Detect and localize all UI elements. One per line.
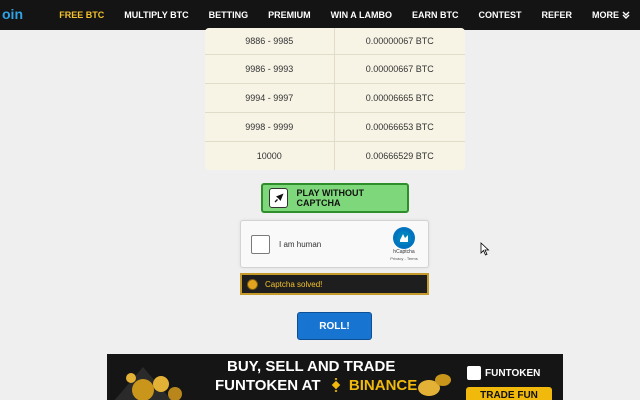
prize-table: 9886 - 9985 0.00000067 BTC 9986 - 9993 0… <box>205 28 465 170</box>
nav-item-free-btc[interactable]: FREE BTC <box>49 0 114 30</box>
captcha-solved-label: Captcha solved! <box>265 279 323 289</box>
table-cell-range: 9998 - 9999 <box>205 111 335 141</box>
table-cell-payout: 0.00666529 BTC <box>334 140 465 170</box>
binance-logo-icon <box>331 378 340 392</box>
captcha-solved-banner: Captcha solved! <box>240 273 429 295</box>
table-cell-range: 10000 <box>205 140 335 170</box>
captcha-privacy-terms[interactable]: Privacy - Terms <box>384 256 424 261</box>
funtoken-brand-label: FUNTOKEN <box>485 367 541 379</box>
nav-items: FREE BTC MULTIPLY BTC BETTING PREMIUM WI… <box>49 0 640 30</box>
nav-more-label: MORE <box>592 10 619 20</box>
nav-item-earn-btc[interactable]: EARN BTC <box>402 0 469 30</box>
trade-fun-button[interactable]: TRADE FUN <box>466 387 552 400</box>
nav-item-betting[interactable]: BETTING <box>199 0 259 30</box>
captcha-checkbox[interactable] <box>251 235 270 254</box>
roll-button[interactable]: ROLL! <box>297 312 372 340</box>
banner-subheadline: FUNTOKEN AT BINANCE <box>215 377 417 394</box>
double-chevron-down-icon <box>622 11 630 19</box>
table-row: 9998 - 9999 0.00066653 BTC <box>205 111 465 141</box>
funtoken-brand: FUNTOKEN <box>467 366 540 380</box>
banner-headline: BUY, SELL AND TRADE <box>227 358 396 375</box>
nav-item-win-a-lambo[interactable]: WIN A LAMBO <box>321 0 402 30</box>
coin-stack-icon <box>418 374 451 396</box>
table-cell-payout: 0.00066653 BTC <box>334 111 465 141</box>
mouse-cursor-icon <box>480 242 490 256</box>
play-without-captcha-button[interactable]: PLAY WITHOUT CAPTCHA <box>261 183 409 213</box>
logo-text: oin <box>2 6 23 22</box>
nav-item-more[interactable]: MORE <box>582 0 640 30</box>
nav-item-contest[interactable]: CONTEST <box>468 0 531 30</box>
table-row: 9986 - 9993 0.00000667 BTC <box>205 53 465 83</box>
captcha-brand: hCaptcha <box>393 249 415 255</box>
banner-exchange-name: BINANCE <box>348 377 418 394</box>
captcha-label: I am human <box>279 240 322 249</box>
table-row: 10000 0.00666529 BTC <box>205 140 465 170</box>
coins-illustration-icon <box>114 367 182 400</box>
top-nav: oin FREE BTC MULTIPLY BTC BETTING PREMIU… <box>0 0 640 30</box>
banner-subheadline-prefix: FUNTOKEN AT <box>215 377 321 394</box>
hcaptcha-logo-icon <box>393 227 415 249</box>
funtoken-logo-icon <box>467 366 481 380</box>
funtoken-banner-ad[interactable]: BUY, SELL AND TRADE FUNTOKEN AT BINANCE … <box>107 354 563 400</box>
nav-item-premium[interactable]: PREMIUM <box>258 0 321 30</box>
table-cell-payout: 0.00000067 BTC <box>365 35 434 46</box>
table-cell-range: 9986 - 9993 <box>205 53 335 83</box>
status-dot-icon <box>247 278 258 290</box>
rocket-icon <box>269 188 289 208</box>
table-cell-payout: 0.00000667 BTC <box>334 53 465 83</box>
table-cell-range: 9994 - 9997 <box>205 82 335 112</box>
table-row: 9886 - 9985 0.00000067 BTC <box>205 28 465 54</box>
nav-item-multiply-btc[interactable]: MULTIPLY BTC <box>114 0 198 30</box>
table-cell-range: 9886 - 9985 <box>205 28 335 54</box>
table-row: 9994 - 9997 0.00006665 BTC <box>205 82 465 112</box>
hcaptcha-widget: I am human hCaptcha Privacy - Terms <box>240 220 429 268</box>
site-logo[interactable]: oin <box>0 0 49 30</box>
table-cell-payout: 0.00006665 BTC <box>334 82 465 112</box>
play-without-captcha-label: PLAY WITHOUT CAPTCHA <box>296 188 364 208</box>
nav-item-refer[interactable]: REFER <box>531 0 582 30</box>
